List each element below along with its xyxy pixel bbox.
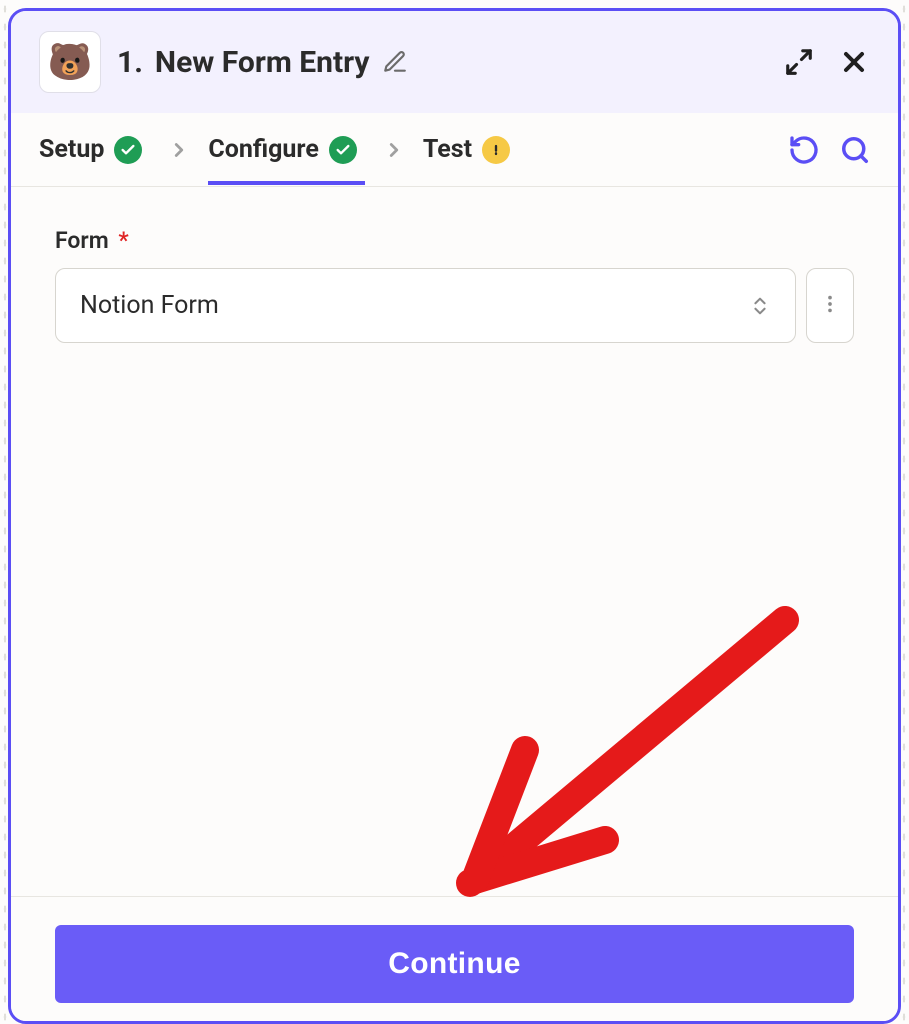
required-star: * — [118, 227, 128, 254]
tabs-row: Setup Configure Test — [11, 113, 898, 187]
chevron-right-icon — [373, 139, 415, 161]
tab-label: Setup — [39, 135, 104, 164]
continue-button[interactable]: Continue — [55, 925, 854, 1003]
tab-label: Configure — [208, 135, 318, 164]
tab-setup[interactable]: Setup — [39, 115, 150, 184]
tab-configure[interactable]: Configure — [208, 115, 364, 184]
field-label-text: Form — [55, 227, 109, 254]
field-more-button[interactable] — [806, 268, 854, 343]
expand-icon[interactable] — [784, 47, 814, 77]
pencil-icon[interactable] — [382, 49, 408, 75]
check-icon — [114, 136, 142, 164]
title-wrap: 1. New Form Entry — [117, 45, 768, 80]
configure-content: Form * Notion Form — [11, 187, 898, 896]
background-dots-right — [901, 0, 907, 1024]
form-select[interactable]: Notion Form — [55, 268, 796, 343]
field-row: Notion Form — [55, 268, 854, 343]
chevron-right-icon — [158, 139, 200, 161]
tab-label: Test — [423, 135, 472, 164]
search-icon[interactable] — [840, 135, 870, 165]
field-label: Form * — [55, 227, 854, 254]
exclamation-icon — [482, 136, 510, 164]
header-actions — [784, 46, 870, 78]
tabs-right-actions — [788, 134, 870, 166]
more-vertical-icon — [819, 293, 841, 319]
modal-footer: Continue — [11, 896, 898, 1021]
step-title: New Form Entry — [155, 45, 370, 80]
step-number: 1. — [117, 45, 143, 80]
modal-header: 🐻 1. New Form Entry — [11, 11, 898, 113]
step-modal: 🐻 1. New Form Entry Setup — [8, 8, 901, 1024]
close-icon[interactable] — [838, 46, 870, 78]
check-icon — [329, 136, 357, 164]
undo-icon[interactable] — [788, 134, 820, 166]
app-icon-glyph: 🐻 — [48, 41, 93, 83]
app-icon: 🐻 — [39, 31, 101, 93]
select-value: Notion Form — [80, 291, 219, 320]
tab-test[interactable]: Test — [423, 115, 518, 184]
select-caret-icon — [749, 295, 771, 317]
